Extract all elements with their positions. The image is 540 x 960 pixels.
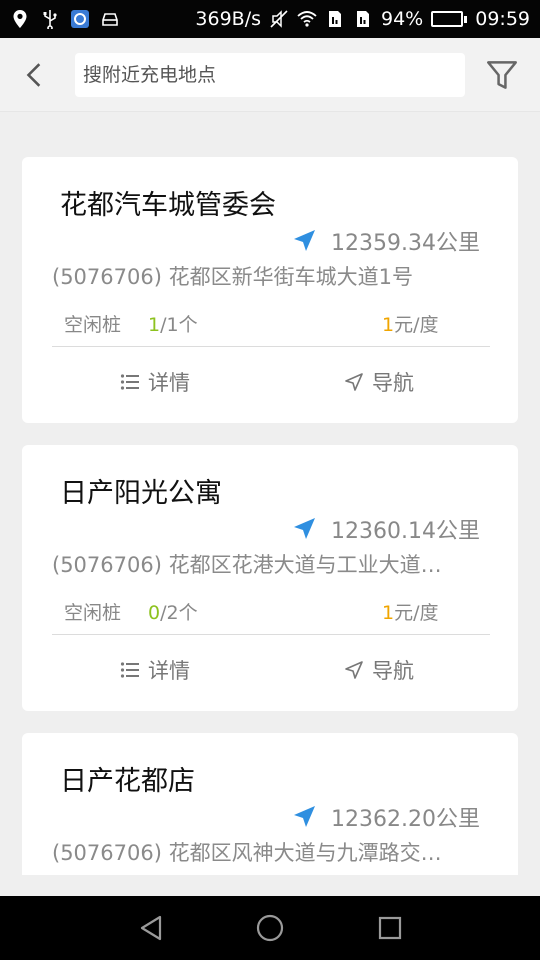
status-bar: 369B/s 94% 09:59 — [0, 0, 540, 38]
navigate-button[interactable]: 导航 — [344, 655, 414, 685]
square-recents-icon — [378, 916, 402, 940]
price: 1元/度 — [382, 310, 439, 337]
search-box[interactable] — [75, 53, 465, 97]
chevron-left-icon — [26, 63, 41, 87]
battery-percent: 94% — [381, 8, 424, 30]
idle-pile-label: 空闲桩 — [64, 602, 122, 624]
app-notification-icon — [70, 8, 90, 30]
distance: 12359.34公里 — [291, 225, 480, 257]
location-arrow-icon — [294, 230, 316, 251]
status-right: 369B/s 94% 09:59 — [195, 8, 530, 30]
filter-button[interactable] — [484, 56, 520, 94]
net-speed: 369B/s — [195, 8, 261, 30]
nav-recents-button[interactable] — [372, 910, 408, 946]
idle-pile-label: 空闲桩 — [64, 314, 122, 336]
car-icon — [100, 8, 120, 30]
idle-total: /2个 — [160, 602, 198, 624]
detail-button[interactable]: 详情 — [120, 655, 190, 685]
circle-home-icon — [256, 914, 284, 942]
price: 1元/度 — [382, 598, 439, 625]
idle-pile-count: 0/2个 — [148, 598, 198, 625]
price-unit: 元/度 — [394, 602, 439, 624]
station-stats: 空闲桩 0/2个 1元/度 — [64, 598, 464, 624]
navigate-button[interactable]: 导航 — [344, 367, 414, 397]
station-name: 日产阳光公寓 — [60, 478, 222, 509]
location-arrow-icon — [294, 806, 316, 827]
divider — [52, 634, 490, 635]
location-arrow-icon — [294, 518, 316, 539]
list-icon — [120, 374, 139, 390]
distance-value: 12359.34公里 — [331, 231, 480, 256]
detail-button[interactable]: 详情 — [120, 367, 190, 397]
sim1-signal-icon — [325, 8, 345, 30]
station-address: (5076706) 花都区花港大道与工业大道… — [52, 553, 442, 577]
station-name: 花都汽车城管委会 — [60, 190, 276, 221]
distance: 12362.20公里 — [291, 801, 480, 833]
system-nav-bar — [0, 896, 540, 960]
station-stats: 空闲桩 1/1个 1元/度 — [64, 310, 464, 336]
station-card[interactable]: 日产阳光公寓 12360.14公里 (5076706) 花都区花港大道与工业大道… — [22, 445, 518, 711]
station-card[interactable]: 日产花都店 12362.20公里 (5076706) 花都区风神大道与九潭路交… — [22, 733, 518, 875]
wifi-icon — [297, 8, 317, 30]
triangle-back-icon — [140, 915, 162, 941]
mute-icon — [269, 8, 289, 30]
back-button[interactable] — [18, 58, 52, 92]
location-icon — [10, 8, 30, 30]
price-number: 1 — [382, 602, 395, 624]
station-card[interactable]: 花都汽车城管委会 12359.34公里 (5076706) 花都区新华街车城大道… — [22, 157, 518, 423]
station-address: (5076706) 花都区新华街车城大道1号 — [52, 265, 413, 289]
divider — [52, 346, 490, 347]
navigate-label: 导航 — [372, 371, 414, 395]
filter-icon — [487, 61, 517, 89]
distance-value: 12362.20公里 — [331, 807, 480, 832]
idle-available: 0 — [148, 602, 161, 624]
idle-total: /1个 — [160, 314, 198, 336]
navigation-arrow-icon — [345, 373, 363, 391]
idle-pile-count: 1/1个 — [148, 310, 198, 337]
status-left-icons — [10, 8, 120, 30]
station-name: 日产花都店 — [60, 766, 195, 797]
navigate-label: 导航 — [372, 659, 414, 683]
detail-label: 详情 — [148, 371, 190, 395]
clock: 09:59 — [475, 8, 530, 30]
sim2-signal-icon — [353, 8, 373, 30]
price-number: 1 — [382, 314, 395, 336]
idle-available: 1 — [148, 314, 161, 336]
nav-back-button[interactable] — [133, 910, 169, 946]
station-list: 花都汽车城管委会 12359.34公里 (5076706) 花都区新华街车城大道… — [0, 113, 540, 875]
nav-home-button[interactable] — [252, 910, 288, 946]
list-icon — [120, 662, 139, 678]
price-unit: 元/度 — [394, 314, 439, 336]
distance-value: 12360.14公里 — [331, 519, 480, 544]
app-header — [0, 38, 540, 112]
battery-icon — [431, 11, 468, 27]
station-address: (5076706) 花都区风神大道与九潭路交… — [52, 841, 442, 865]
navigation-arrow-icon — [345, 661, 363, 679]
search-input[interactable] — [83, 64, 465, 86]
distance: 12360.14公里 — [291, 513, 480, 545]
usb-icon — [40, 8, 60, 30]
detail-label: 详情 — [148, 659, 190, 683]
